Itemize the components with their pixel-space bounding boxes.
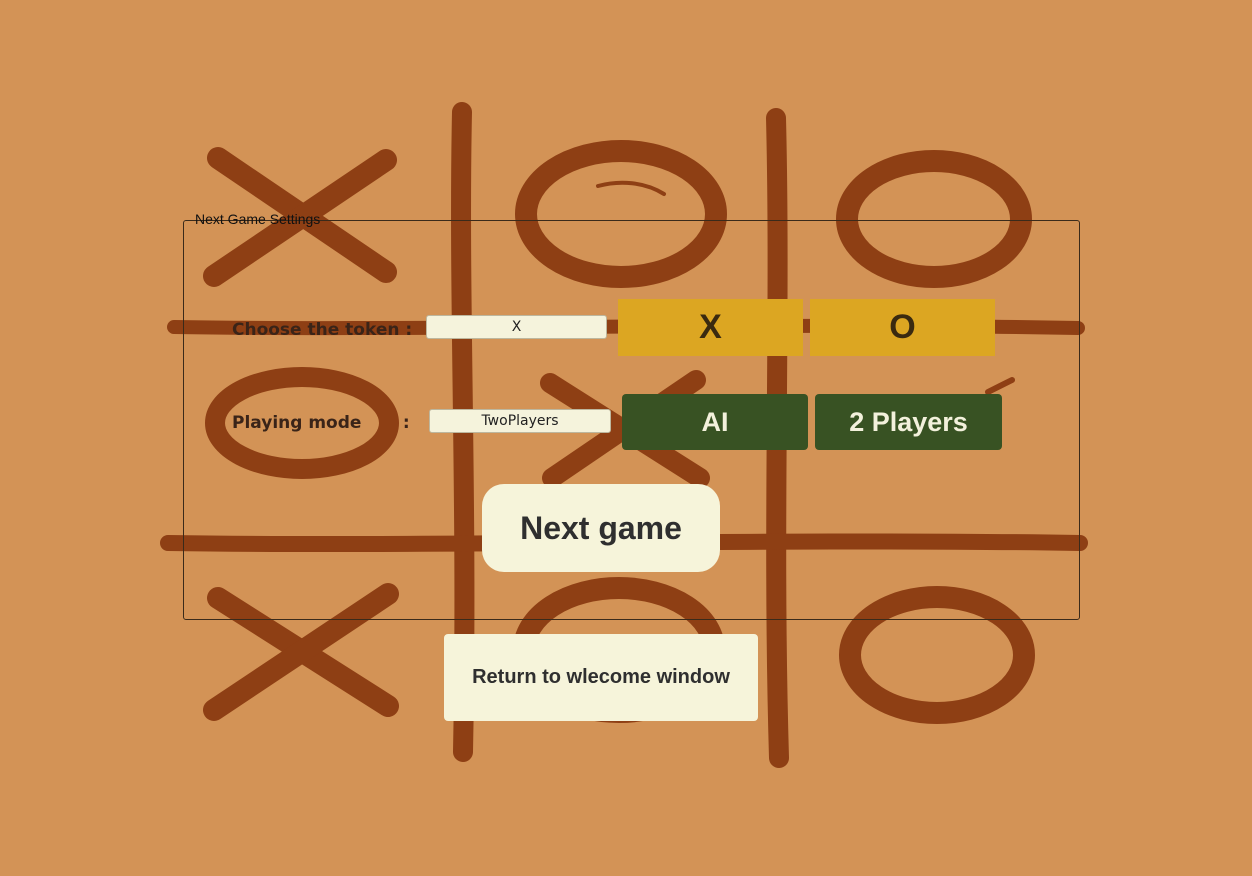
mode-ai-button[interactable]: AI [622, 394, 808, 450]
next-game-button[interactable]: Next game [482, 484, 720, 572]
playing-mode-value-field: TwoPlayers [429, 409, 611, 433]
token-o-button[interactable]: O [810, 299, 995, 356]
settings-group-title: Next Game Settings [195, 211, 321, 227]
token-x-button[interactable]: X [618, 299, 803, 356]
mode-two-players-button[interactable]: 2 Players [815, 394, 1002, 450]
return-to-welcome-button[interactable]: Return to wlecome window [444, 634, 758, 721]
playing-mode-label: Playing mode : [232, 413, 410, 433]
token-value-field: X [426, 315, 607, 339]
token-label: Choose the token : [232, 320, 413, 340]
